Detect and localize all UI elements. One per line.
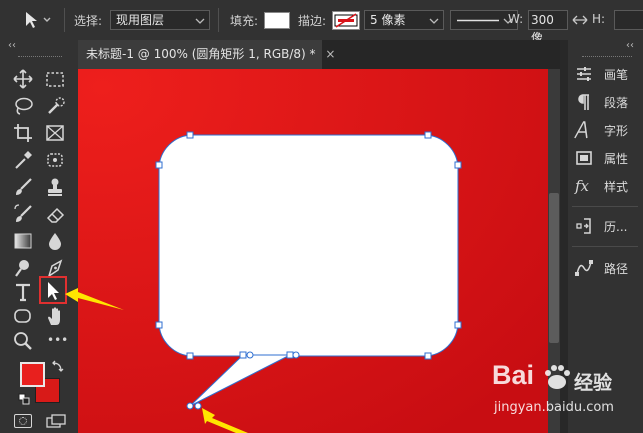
stroke-swatch[interactable] [332, 11, 360, 30]
stroke-label: 描边: [298, 14, 327, 28]
panel-item-paragraph[interactable]: 段落 [572, 90, 642, 114]
layer-select-value: 现用图层 [116, 13, 165, 27]
spot-healing-icon[interactable] [44, 149, 66, 171]
zoom-tool-icon[interactable] [12, 330, 34, 352]
width-label: W: [508, 12, 524, 26]
height-label: H: [592, 12, 606, 26]
close-tab-icon[interactable]: × [325, 47, 335, 61]
swap-colors-icon[interactable] [50, 360, 64, 374]
right-panel-collapse-button[interactable]: ‹‹ [626, 40, 634, 51]
select-label: 选择: [74, 14, 103, 28]
path-selection-tool-highlight[interactable] [39, 276, 67, 304]
more-tools-icon[interactable]: ••• [47, 333, 68, 347]
link-dimensions-icon[interactable] [571, 13, 589, 27]
panel-item-history[interactable]: 历... [572, 214, 642, 238]
brush-settings-icon [577, 67, 591, 81]
blur-tool-icon[interactable] [44, 230, 66, 252]
lasso-tool-icon[interactable] [12, 95, 34, 117]
crop-tool-icon[interactable] [12, 122, 34, 144]
panel-label-history: 历... [604, 220, 628, 234]
dodge-tool-icon[interactable] [12, 257, 34, 279]
styles-fx-icon: fx [574, 177, 590, 195]
annotation-arrow-tool [65, 288, 124, 310]
height-field[interactable] [614, 10, 643, 30]
history-icon [576, 218, 591, 234]
document-tab[interactable]: 未标题-1 @ 100% (圆角矩形 1, RGB/8) * × [78, 40, 335, 69]
panel-label-brush: 画笔 [604, 68, 629, 82]
paths-icon [575, 260, 593, 276]
default-colors-icon[interactable] [18, 393, 30, 405]
properties-icon [576, 151, 592, 165]
fill-swatch[interactable] [264, 12, 290, 29]
panel-item-brush[interactable]: 画笔 [572, 62, 642, 86]
frame-tool-icon[interactable] [44, 122, 66, 144]
paragraph-icon [578, 94, 589, 110]
panel-item-properties[interactable]: 属性 [572, 146, 642, 170]
options-bar: 选择: 现用图层 填充: 描边: 5 像素 W: 300 像 H: [0, 0, 643, 45]
watermark-brand: Bai [492, 360, 535, 390]
document-tab-title: 未标题-1 @ 100% (圆角矩形 1, RGB/8) * [86, 47, 316, 61]
eyedropper-icon[interactable] [12, 149, 34, 171]
quick-mask-icon[interactable] [14, 414, 32, 428]
width-field[interactable]: 300 像 [528, 10, 568, 45]
panel-item-paths[interactable]: 路径 [572, 256, 642, 280]
toolbar-grip[interactable] [18, 56, 62, 59]
panel-item-styles[interactable]: fx 样式 [572, 174, 642, 198]
panel-separator-2 [572, 246, 638, 247]
baidu-paw-logo [545, 365, 570, 389]
eraser-tool-icon[interactable] [44, 203, 66, 225]
panel-item-glyphs[interactable]: 字形 [572, 118, 642, 142]
watermark-brand-tail: 经验 [574, 372, 613, 394]
panel-label-paragraph: 段落 [604, 96, 629, 110]
panel-label-glyphs: 字形 [604, 124, 629, 138]
foreground-color-swatch[interactable] [20, 362, 45, 387]
glyphs-icon [574, 121, 588, 139]
baidu-jingyan-watermark: Bai 经验 jingyan.baidu.com [486, 356, 636, 426]
rectangular-marquee-icon[interactable] [44, 68, 66, 90]
toolbar-collapse-button[interactable]: ‹‹ [8, 40, 16, 51]
hand-tool-icon[interactable] [44, 305, 66, 327]
rectangle-shape-icon[interactable] [12, 305, 34, 327]
right-panel-grip[interactable] [582, 56, 632, 59]
screen-mode-icon[interactable] [46, 414, 66, 428]
history-brush-icon[interactable] [12, 203, 34, 225]
document-canvas[interactable] [78, 69, 548, 433]
direct-selection-arrow-icon [48, 282, 59, 300]
move-tool-icon[interactable] [12, 68, 34, 90]
panel-label-styles: 样式 [604, 180, 629, 194]
panel-label-properties: 属性 [604, 152, 629, 166]
gradient-tool-icon[interactable] [12, 230, 34, 252]
brush-tool-icon[interactable] [12, 176, 34, 198]
watermark-url: jingyan.baidu.com [494, 400, 614, 415]
panel-label-paths: 路径 [604, 262, 629, 276]
stroke-width-field[interactable]: 5 像素 [364, 10, 444, 30]
layer-select-dropdown[interactable]: 现用图层 [110, 10, 210, 30]
quick-selection-icon[interactable] [44, 95, 66, 117]
vertical-scrollbar-thumb[interactable] [549, 193, 559, 343]
move-tool-preset-icon[interactable] [22, 10, 52, 30]
svg-text:fx: fx [574, 177, 590, 195]
speech-bubble-body[interactable] [158, 134, 459, 357]
clone-stamp-icon[interactable] [44, 176, 66, 198]
stroke-width-value: 5 像素 [370, 13, 406, 27]
panel-separator [572, 206, 638, 207]
type-tool-icon[interactable] [12, 281, 34, 303]
fill-label: 填充: [230, 14, 259, 28]
